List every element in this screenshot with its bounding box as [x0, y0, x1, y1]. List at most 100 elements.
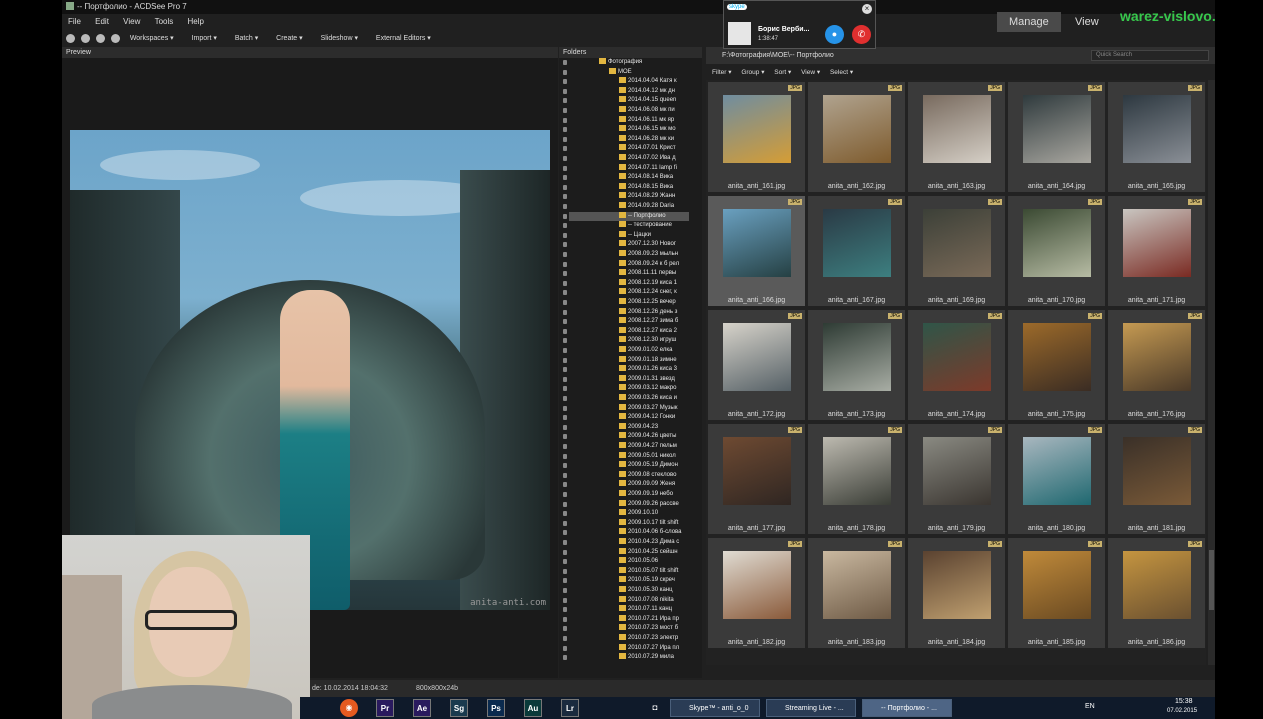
folder-item[interactable]: 2014.06.15 мк мо: [619, 125, 676, 135]
pin-icon[interactable]: [563, 405, 567, 411]
pin-icon[interactable]: [563, 472, 567, 478]
pin-icon[interactable]: [563, 194, 567, 200]
thumbnail-item[interactable]: JPG anita_anti_166.jpg: [708, 196, 805, 306]
folder-item[interactable]: 2009.04.23: [619, 422, 658, 433]
pin-icon[interactable]: [563, 69, 567, 75]
thumbnail-item[interactable]: JPG anita_anti_176.jpg: [1108, 310, 1205, 420]
folder-item[interactable]: 2010.05.07 tilt shift: [619, 566, 678, 577]
folder-item[interactable]: 2008.12.26 день з: [619, 307, 677, 318]
pin-icon[interactable]: [563, 492, 567, 497]
thumbnail-item[interactable]: JPG anita_anti_173.jpg: [808, 310, 905, 420]
tab-manage[interactable]: Manage: [997, 12, 1061, 32]
pin-icon[interactable]: [563, 396, 567, 401]
pin-icon[interactable]: [563, 616, 567, 622]
microphone-icon[interactable]: ●: [825, 25, 844, 44]
slideshow-menu[interactable]: Slideshow ▾: [313, 35, 366, 42]
external-editors-menu[interactable]: External Editors ▾: [368, 35, 439, 42]
taskbar-app-ps[interactable]: Ps: [487, 699, 505, 717]
pin-icon[interactable]: [563, 252, 567, 257]
taskbar-acdsee-window[interactable]: -- Портфолио - ...: [862, 699, 952, 717]
thumbnail-item[interactable]: JPG anita_anti_170.jpg: [1008, 196, 1105, 306]
folder-item[interactable]: 2009.10.17 tilt shift: [619, 518, 678, 529]
pin-icon[interactable]: [563, 108, 567, 113]
folder-item[interactable]: -- тестирование: [619, 221, 672, 231]
folder-item[interactable]: Фотография: [599, 58, 642, 68]
taskbar-app-pr[interactable]: Pr: [376, 699, 394, 717]
pin-icon[interactable]: [563, 424, 567, 430]
pin-icon[interactable]: [563, 79, 567, 85]
folder-item[interactable]: 2008.12.24 снег, к: [619, 288, 677, 298]
camera-app-icon[interactable]: ◘: [646, 699, 664, 717]
folder-item[interactable]: 2009.09.26 рассве: [619, 499, 679, 510]
folder-item[interactable]: 2009.03.27 Музык: [619, 403, 677, 414]
pin-icon[interactable]: [563, 568, 567, 574]
back-icon[interactable]: [66, 33, 75, 43]
pin-icon[interactable]: [563, 482, 567, 488]
pin-icon[interactable]: [563, 232, 567, 238]
thumbnail-item[interactable]: JPG anita_anti_186.jpg: [1108, 538, 1205, 648]
workspaces-menu[interactable]: Workspaces ▾: [122, 35, 182, 42]
pin-icon[interactable]: [563, 597, 567, 603]
taskbar-app-ae[interactable]: Ae: [413, 699, 431, 717]
folder-item[interactable]: 2014.06.11 мк яр: [619, 115, 674, 126]
folder-item[interactable]: 2014.06.08 мк пи: [619, 106, 675, 116]
folder-item[interactable]: 2008.12.27 зима б: [619, 317, 678, 327]
taskbar-app-sg[interactable]: Sg: [450, 699, 468, 717]
thumbnail-item[interactable]: JPG anita_anti_184.jpg: [908, 538, 1005, 648]
folder-item[interactable]: 2010.05.19 скреч: [619, 576, 675, 586]
taskbar-streaming-window[interactable]: Streaming Live - ...: [766, 699, 856, 717]
folder-item[interactable]: 2009.09.19 небо: [619, 490, 673, 500]
thumbnail-item[interactable]: JPG anita_anti_179.jpg: [908, 424, 1005, 534]
thumbnail-item[interactable]: JPG anita_anti_169.jpg: [908, 196, 1005, 306]
folder-item[interactable]: 2014.08.15 Вика: [619, 182, 673, 193]
folder-item[interactable]: 2009.08 стеклово: [619, 470, 676, 481]
folder-item[interactable]: 2009.09.09 Женя: [619, 480, 675, 490]
thumbnail-item[interactable]: JPG anita_anti_162.jpg: [808, 82, 905, 192]
pin-icon[interactable]: [563, 309, 567, 315]
pin-icon[interactable]: [563, 549, 567, 555]
folder-item[interactable]: 2010.07.27 Ира пл: [619, 643, 679, 654]
folder-item[interactable]: 2010.04.23 Дима с: [619, 538, 679, 548]
select-menu[interactable]: Select ▾: [830, 69, 853, 76]
clock-date[interactable]: 07.02.2015: [1167, 708, 1197, 714]
pin-icon[interactable]: [563, 463, 567, 469]
folder-item[interactable]: 2009.04.27 пельм: [619, 442, 677, 452]
folder-item[interactable]: 2010.07.23 мост б: [619, 624, 678, 634]
pin-icon[interactable]: [563, 367, 567, 373]
folder-item[interactable]: 2009.01.18 зимне: [619, 355, 677, 366]
pin-icon[interactable]: [563, 136, 567, 142]
home-icon[interactable]: [110, 33, 120, 43]
create-menu[interactable]: Create ▾: [268, 35, 310, 42]
taskbar-app-au[interactable]: Au: [524, 699, 542, 717]
folder-item[interactable]: 2009.01.26 киса 3: [619, 365, 677, 375]
grid-scrollbar[interactable]: [1208, 80, 1215, 665]
menu-edit[interactable]: Edit: [89, 17, 115, 26]
folder-item[interactable]: 2014.04.15 queen: [619, 96, 676, 106]
folder-item[interactable]: 2014.08.29 Жанн: [619, 192, 675, 202]
taskbar-app-lr[interactable]: Lr: [561, 699, 579, 717]
pin-icon[interactable]: [563, 386, 567, 392]
thumbnail-item[interactable]: JPG anita_anti_165.jpg: [1108, 82, 1205, 192]
folder-item[interactable]: -- Цацки: [619, 230, 651, 241]
pin-icon[interactable]: [563, 98, 567, 104]
pin-icon[interactable]: [563, 156, 567, 161]
thumbnail-item[interactable]: JPG anita_anti_171.jpg: [1108, 196, 1205, 306]
thumbnail-item[interactable]: JPG anita_anti_177.jpg: [708, 424, 805, 534]
folder-item[interactable]: 2010.05.30 канц: [619, 586, 673, 596]
pin-icon[interactable]: [563, 88, 567, 94]
pin-icon[interactable]: [563, 588, 567, 593]
pin-icon[interactable]: [563, 357, 567, 363]
pin-icon[interactable]: [563, 165, 567, 171]
sort-menu[interactable]: Sort ▾: [774, 69, 791, 76]
pin-icon[interactable]: [563, 261, 567, 267]
forward-icon[interactable]: [80, 33, 90, 43]
menu-help[interactable]: Help: [182, 17, 210, 26]
thumbnail-item[interactable]: JPG anita_anti_167.jpg: [808, 196, 905, 306]
folder-item[interactable]: 2008.12.19 киса 1: [619, 278, 677, 289]
folder-item[interactable]: 2009.05.01 никол: [619, 451, 676, 462]
pin-icon[interactable]: [563, 578, 567, 584]
pin-icon[interactable]: [563, 242, 567, 248]
group-menu[interactable]: Group ▾: [741, 69, 764, 76]
folder-item[interactable]: 2009.04.12 Гонки: [619, 413, 675, 423]
folder-item[interactable]: 2009.01.02 елка: [619, 346, 672, 356]
